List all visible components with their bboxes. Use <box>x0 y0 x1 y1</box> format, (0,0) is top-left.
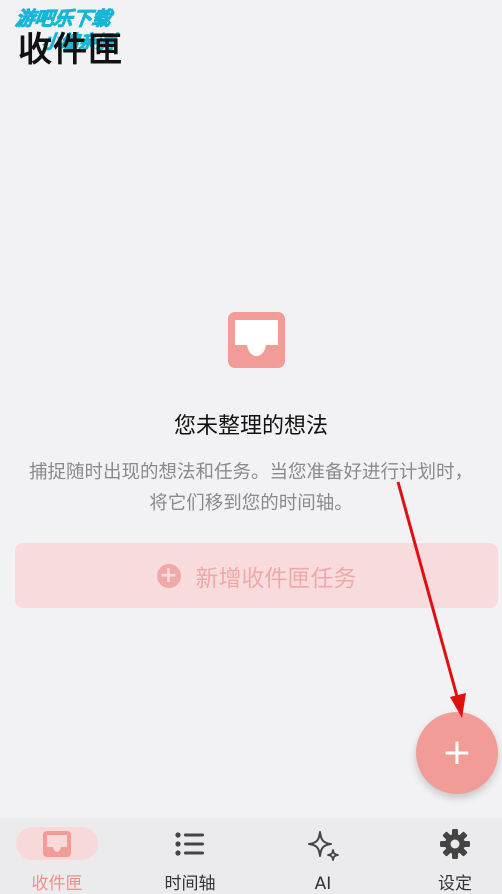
add-inbox-task-label: 新增收件匣任务 <box>195 565 357 592</box>
sparkle-icon <box>308 831 339 861</box>
nav-item-settings[interactable]: 设定 <box>400 818 502 894</box>
add-fab-button[interactable]: + <box>416 712 498 794</box>
plus-circle-icon: + <box>156 563 181 588</box>
inbox-icon <box>43 830 71 857</box>
nav-item-label: 收件匣 <box>31 874 83 894</box>
add-inbox-task-button[interactable]: + 新增收件匣任务 <box>15 543 498 608</box>
empty-state-description: 捕捉随时出现的想法和任务。当您准备好进行计划时，将它们移到您的时间轴。 <box>28 462 473 514</box>
nav-item-label: AI <box>314 874 332 894</box>
nav-item-label: 设定 <box>438 874 472 894</box>
nav-item-label: 时间轴 <box>164 874 216 894</box>
nav-item-timeline[interactable]: 时间轴 <box>135 818 245 894</box>
list-icon <box>175 831 204 856</box>
nav-item-ai[interactable]: AI <box>268 818 378 894</box>
nav-item-inbox[interactable]: 收件匣 <box>2 818 112 894</box>
page-title: 收件匣 <box>18 30 123 70</box>
inbox-icon <box>228 312 285 368</box>
empty-state-title: 您未整理的想法 <box>173 414 328 439</box>
plus-icon: + <box>441 732 473 773</box>
bottom-nav: 收件匣 时间轴 AI 设定 <box>0 818 502 894</box>
gear-icon <box>440 828 470 859</box>
